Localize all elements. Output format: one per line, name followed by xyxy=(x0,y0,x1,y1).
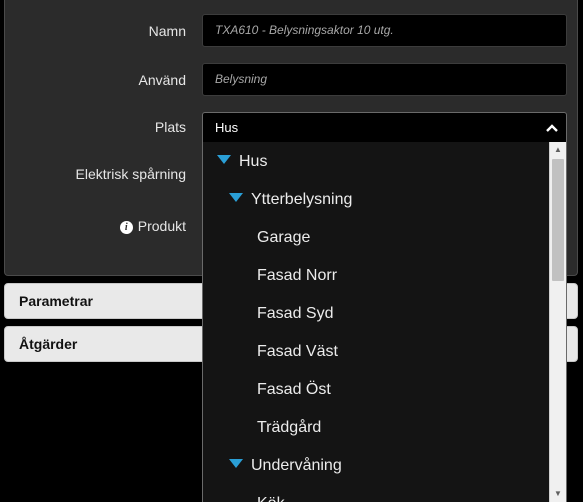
anvand-field[interactable]: Belysning xyxy=(202,63,567,96)
plats-label: Plats xyxy=(154,119,186,135)
triangle-down-icon[interactable] xyxy=(217,155,231,164)
tree-node-garage[interactable]: Garage xyxy=(257,219,310,257)
triangle-down-icon[interactable] xyxy=(229,193,243,202)
tree-node-hus[interactable]: Hus xyxy=(217,143,267,181)
tree-node-fasad-ost[interactable]: Fasad Öst xyxy=(257,371,331,409)
plats-select[interactable]: Hus xyxy=(202,112,567,142)
tree-node-fasad-norr[interactable]: Fasad Norr xyxy=(257,257,337,295)
anvand-label: Använd xyxy=(138,72,186,88)
produkt-label-text: Produkt xyxy=(137,218,186,234)
scroll-down-arrow-icon[interactable]: ▼ xyxy=(550,486,566,502)
tree-node-label: Ytterbelysning xyxy=(251,191,353,208)
plats-select-value: Hus xyxy=(215,120,239,135)
tree-node-ytterbelysning[interactable]: Ytterbelysning xyxy=(229,181,352,219)
namn-field[interactable]: TXA610 - Belysningsaktor 10 utg. xyxy=(202,14,567,47)
tree-node-undervaning[interactable]: Undervåning xyxy=(229,447,342,485)
tree-node-kok[interactable]: Kök xyxy=(257,485,285,502)
produkt-label: i Produkt xyxy=(119,218,186,234)
tree-node-label: Hus xyxy=(239,153,268,170)
elektrisk-sparning-label: Elektrisk spårning xyxy=(75,166,187,182)
tree-node-label: Undervåning xyxy=(251,457,342,474)
tree-node-fasad-syd[interactable]: Fasad Syd xyxy=(257,295,333,333)
dropdown-scrollbar[interactable]: ▲ ▼ xyxy=(549,142,566,502)
info-icon[interactable]: i xyxy=(119,221,133,234)
plats-dropdown-tree: Hus Ytterbelysning Garage Fasad Norr Fas… xyxy=(202,142,567,502)
scroll-up-arrow-icon[interactable]: ▲ xyxy=(550,142,566,158)
triangle-down-icon[interactable] xyxy=(229,459,243,468)
tree-node-fasad-vast[interactable]: Fasad Väst xyxy=(257,333,338,371)
scrollbar-thumb[interactable] xyxy=(552,159,564,281)
tree-node-tradgard[interactable]: Trädgård xyxy=(257,409,321,447)
namn-label: Namn xyxy=(148,23,186,39)
